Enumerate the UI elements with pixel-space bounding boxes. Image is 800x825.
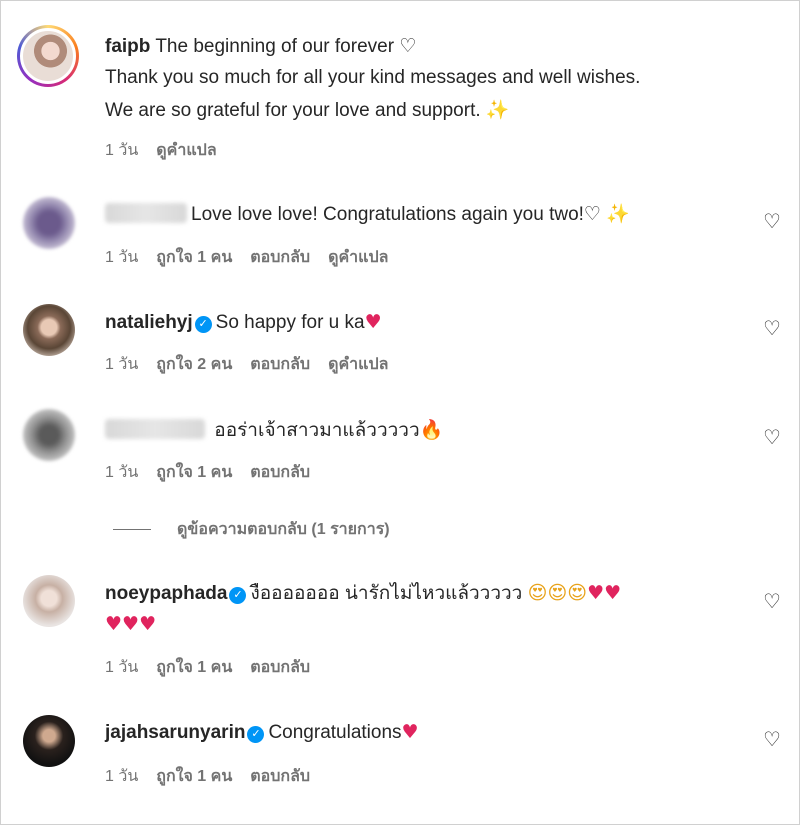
like-heart-icon[interactable]: ♡ bbox=[763, 729, 785, 749]
caption-text-line3: We are so grateful for your love and sup… bbox=[105, 100, 481, 121]
caption-text-line1: The beginning of our forever bbox=[155, 36, 395, 57]
comment-time[interactable]: 1 วัน bbox=[105, 655, 138, 680]
comment-text: ออร่าเจ้าสาวมาแล้ววววว bbox=[214, 420, 420, 441]
translate-link[interactable]: ดูคำแปล bbox=[328, 352, 388, 377]
like-heart-icon[interactable]: ♡ bbox=[763, 427, 785, 447]
avatar[interactable] bbox=[23, 304, 75, 356]
comment-likes[interactable]: ถูกใจ 2 คน bbox=[156, 352, 232, 377]
fire-emoji: 🔥 bbox=[419, 419, 444, 441]
comment-likes[interactable]: ถูกใจ 1 คน bbox=[156, 460, 232, 485]
comment-time[interactable]: 1 วัน bbox=[105, 245, 138, 270]
comment-time[interactable]: 1 วัน bbox=[105, 460, 138, 485]
comment-username[interactable]: jajahsarunyarin bbox=[105, 722, 245, 743]
red-heart-emoji: ♥ bbox=[401, 721, 419, 743]
caption-time[interactable]: 1 วัน bbox=[105, 138, 138, 163]
comment-username-blurred[interactable] bbox=[105, 203, 187, 223]
comment-username-blurred[interactable] bbox=[105, 419, 205, 439]
reply-button[interactable]: ตอบกลับ bbox=[250, 655, 310, 680]
sparkles-emoji: ✨ bbox=[485, 99, 510, 121]
view-replies-button[interactable]: ดูข้อความตอบกลับ (1 รายการ) bbox=[113, 517, 390, 542]
avatar[interactable] bbox=[23, 715, 75, 767]
author-avatar[interactable] bbox=[17, 25, 79, 87]
comment-username[interactable]: noeypaphada bbox=[105, 583, 227, 604]
divider-line bbox=[113, 529, 151, 530]
like-heart-icon[interactable]: ♡ bbox=[763, 211, 785, 231]
verified-badge-icon: ✓ bbox=[194, 316, 212, 333]
white-heart-emoji: ♡ bbox=[583, 203, 601, 225]
translate-link[interactable]: ดูคำแปล bbox=[328, 245, 388, 270]
avatar[interactable] bbox=[23, 575, 75, 627]
reply-button[interactable]: ตอบกลับ bbox=[250, 460, 310, 485]
verified-badge-icon: ✓ bbox=[247, 726, 265, 743]
comment-likes[interactable]: ถูกใจ 1 คน bbox=[156, 245, 232, 270]
sparkles-emoji: ✨ bbox=[606, 203, 630, 225]
author-username[interactable]: faipb bbox=[105, 36, 150, 57]
comment-likes[interactable]: ถูกใจ 1 คน bbox=[156, 764, 232, 789]
like-heart-icon[interactable]: ♡ bbox=[763, 591, 785, 611]
reply-button[interactable]: ตอบกลับ bbox=[250, 245, 310, 270]
comment-username[interactable]: nataliehyj bbox=[105, 312, 193, 333]
comment-time[interactable]: 1 วัน bbox=[105, 764, 138, 789]
comment-text: Love love love! Congratulations again yo… bbox=[191, 204, 584, 225]
comment-likes[interactable]: ถูกใจ 1 คน bbox=[156, 655, 232, 680]
avatar[interactable] bbox=[23, 409, 75, 461]
comment-text: So happy for u ka bbox=[215, 312, 365, 333]
verified-badge-icon: ✓ bbox=[229, 587, 247, 604]
avatar[interactable] bbox=[23, 197, 75, 249]
caption-translate-link[interactable]: ดูคำแปล bbox=[156, 138, 216, 163]
comment-time[interactable]: 1 วัน bbox=[105, 352, 138, 377]
caption-text-line2: Thank you so much for all your kind mess… bbox=[105, 67, 641, 88]
comments-panel: faipb The beginning of our forever ♡ Tha… bbox=[0, 0, 800, 825]
red-heart-emoji: ♥♥ bbox=[587, 582, 622, 604]
red-heart-emoji: ♥♥♥ bbox=[105, 613, 157, 635]
heart-eyes-emoji: 😍😍😍 bbox=[527, 582, 588, 604]
white-heart-emoji: ♡ bbox=[399, 35, 417, 57]
view-replies-label: ดูข้อความตอบกลับ (1 รายการ) bbox=[177, 521, 390, 538]
reply-button[interactable]: ตอบกลับ bbox=[250, 764, 310, 789]
comment-text: งือออออออ น่ารักไม่ไหวแล้ววววว bbox=[250, 583, 523, 604]
red-heart-emoji: ♥ bbox=[364, 311, 382, 333]
comment-text: Congratulations bbox=[268, 722, 402, 743]
reply-button[interactable]: ตอบกลับ bbox=[250, 352, 310, 377]
like-heart-icon[interactable]: ♡ bbox=[763, 318, 785, 338]
